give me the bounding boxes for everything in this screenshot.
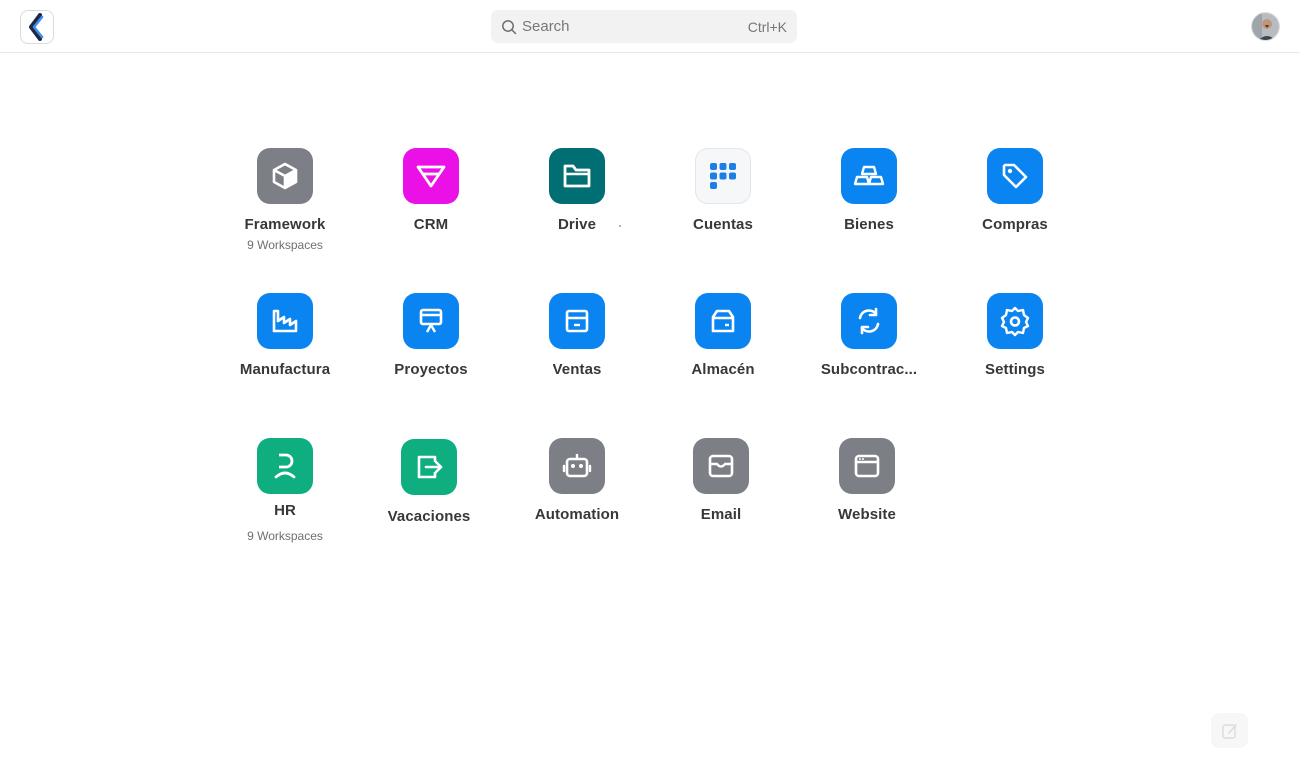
apps-grid-icon [695,148,751,204]
app-label: Bienes [844,216,894,233]
app-label: Subcontrac... [820,361,918,378]
app-tile-almacen[interactable]: Almacén [663,293,783,403]
logo-icon [29,13,44,41]
app-tile-crm[interactable]: CRM [371,148,491,258]
app-logo[interactable] [20,10,54,44]
user-avatar[interactable] [1251,12,1280,41]
app-tile-drive[interactable]: Drive [517,148,637,258]
package-icon [695,293,751,349]
app-label: CRM [413,216,449,233]
presentation-icon [403,293,459,349]
app-label: Ventas [552,361,602,378]
app-label: Automation [534,506,620,523]
app-label: Manufactura [239,361,331,378]
app-workspace-count: 9 Workspaces [247,529,323,543]
refresh-icon [841,293,897,349]
search-shortcut: Ctrl+K [747,18,787,35]
app-tile-hr[interactable]: HR 9 Workspaces [225,438,345,548]
search-icon [501,19,517,35]
top-bar: Search Ctrl+K [0,0,1300,53]
person-icon [257,438,313,494]
app-tile-subcontratacion[interactable]: Subcontrac... [809,293,929,403]
app-label: Almacén [691,361,755,378]
app-label: Framework [244,216,326,233]
folder-icon [549,148,605,204]
app-label: Settings [985,361,1045,378]
app-workspace-count: 9 Workspaces [247,238,323,252]
app-tile-framework[interactable]: Framework 9 Workspaces [225,148,345,258]
app-tile-bienes[interactable]: Bienes [809,148,929,258]
app-tile-website[interactable]: Website [807,438,927,548]
edit-icon [1221,723,1237,739]
decorative-dot [619,225,621,227]
browser-window-icon [839,438,895,494]
app-tile-settings[interactable]: Settings [955,293,1075,403]
app-label: Website [838,506,896,523]
app-tile-compras[interactable]: Compras [955,148,1075,258]
exit-calendar-icon [401,439,457,495]
search-bar[interactable]: Search Ctrl+K [491,10,797,43]
gear-icon [987,293,1043,349]
tag-icon [987,148,1043,204]
robot-icon [549,438,605,494]
store-icon [549,293,605,349]
app-label: Drive [557,216,597,233]
stacked-bars-icon [841,148,897,204]
app-tile-vacaciones[interactable]: Vacaciones [369,439,489,549]
app-tile-email[interactable]: Email [661,438,781,548]
app-label: Vacaciones [387,508,471,525]
app-tile-cuentas[interactable]: Cuentas [663,148,783,258]
app-label: HR [274,502,296,519]
box-icon [257,148,313,204]
app-label: Proyectos [394,361,468,378]
app-label: Compras [982,216,1048,233]
search-placeholder: Search [522,18,570,35]
app-label: Email [700,506,742,523]
inbox-icon [693,438,749,494]
app-tile-manufactura[interactable]: Manufactura [225,293,345,403]
crm-funnel-icon [403,148,459,204]
app-tile-ventas[interactable]: Ventas [517,293,637,403]
app-tile-automation[interactable]: Automation [517,438,637,548]
compose-button[interactable] [1211,713,1248,748]
app-label: Cuentas [693,216,753,233]
factory-icon [257,293,313,349]
app-tile-proyectos[interactable]: Proyectos [371,293,491,403]
